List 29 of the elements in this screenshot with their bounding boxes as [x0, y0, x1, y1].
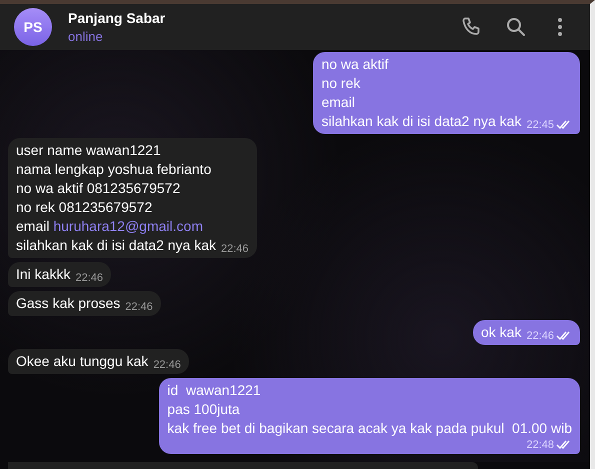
avatar[interactable]: PS [14, 8, 52, 46]
message-line: no rek 081235679572 [16, 198, 152, 217]
message-line: silahkan kak di isi data2 nya kak [16, 236, 216, 255]
message-time: 22:48 [526, 438, 554, 452]
message-line: Ini kakkk [16, 265, 70, 284]
email-link[interactable]: huruhara12@gmail.com [53, 218, 203, 234]
contact-name: Panjang Sabar [68, 10, 166, 26]
message-line: no rek [321, 74, 360, 93]
message-line: kak free bet di bagikan secara acak ya kak pada pukul 01.00 wib [167, 419, 572, 438]
search-icon[interactable] [504, 15, 528, 39]
message-line: no wa aktif 081235679572 [16, 179, 180, 198]
message-line: nama lengkap yoshua febrianto [16, 160, 212, 179]
message-time: 22:46 [526, 329, 554, 343]
message-line: email huruhara12@gmail.com [16, 217, 203, 236]
message-time: 22:45 [526, 118, 554, 132]
message-time: 22:46 [75, 271, 103, 285]
message-line: email [321, 93, 355, 112]
message-line: Okee aku tunggu kak [16, 352, 148, 371]
message-time: 22:46 [221, 242, 249, 256]
message-line: no wa aktif [321, 55, 388, 74]
message-line: pas 100juta [167, 400, 240, 419]
message-line: ok kak [481, 323, 522, 342]
message-line: Gass kak proses [16, 294, 120, 313]
message-time: 22:46 [125, 300, 153, 314]
message-line: silahkan kak di isi data2 nya kak [321, 112, 522, 131]
message-line: id wawan1221 [167, 381, 261, 400]
message-time: 22:46 [153, 358, 181, 372]
contact-status: online [68, 29, 104, 44]
message-line: user name wawan1221 [16, 141, 161, 160]
